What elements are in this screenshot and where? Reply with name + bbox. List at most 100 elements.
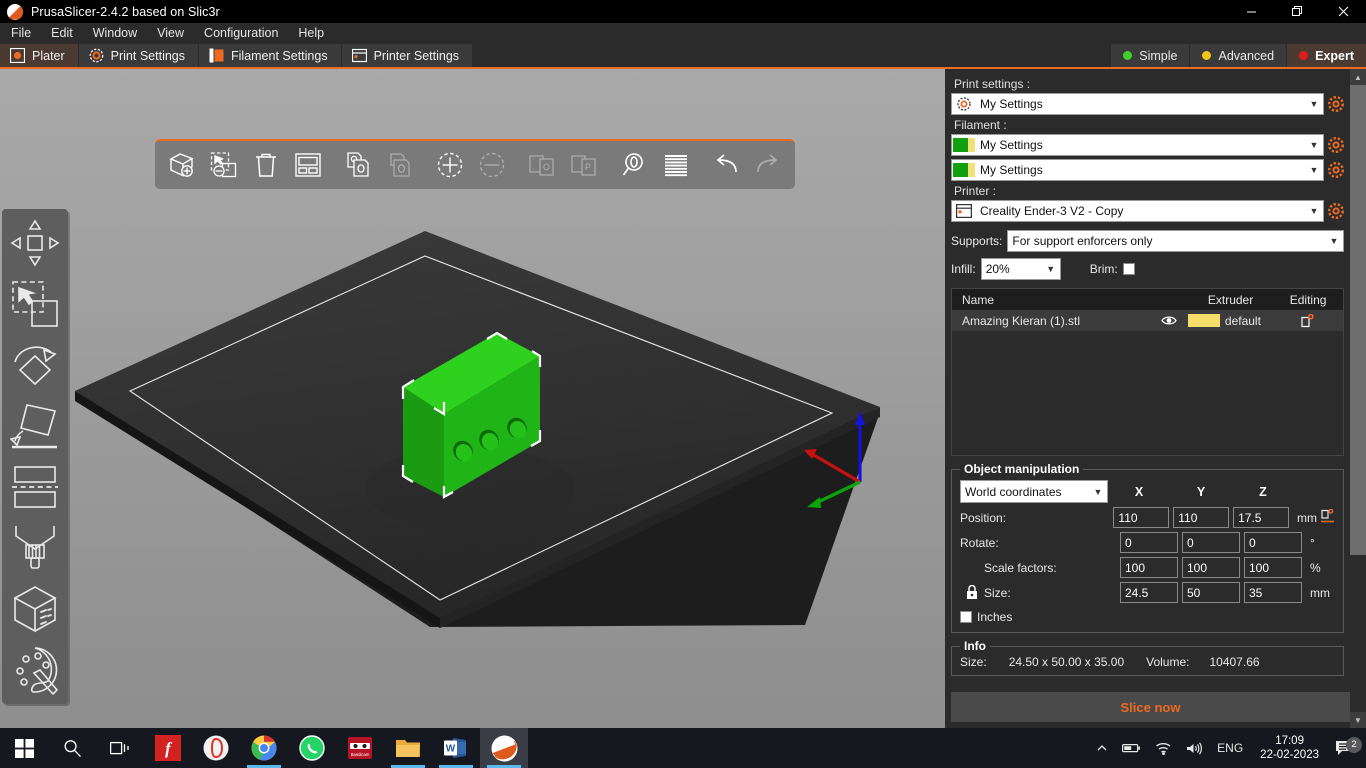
task-view-icon[interactable] <box>96 728 144 768</box>
chevron-down-icon[interactable]: ▼ <box>1089 487 1107 497</box>
copy-icon[interactable] <box>339 145 377 185</box>
rotate-y-input[interactable]: 0 <box>1182 532 1240 553</box>
bandicam-icon[interactable]: Bandicam <box>336 728 384 768</box>
printer-combo[interactable]: Creality Ender-3 V2 - Copy ▼ <box>951 200 1324 222</box>
search-icon[interactable] <box>48 728 96 768</box>
sidebar-scrollbar[interactable]: ▲ ▼ <box>1350 69 1366 728</box>
add-icon[interactable] <box>163 145 201 185</box>
uniform-scale-lock-icon[interactable] <box>960 585 984 600</box>
seam-painting-tool-icon[interactable] <box>6 580 64 638</box>
mode-expert-button[interactable]: Expert <box>1286 44 1366 67</box>
coordinate-space-combo[interactable]: World coordinates ▼ <box>960 480 1108 503</box>
scrollbar-track[interactable] <box>1350 85 1366 712</box>
size-z-input[interactable]: 35 <box>1244 582 1302 603</box>
redo-icon[interactable] <box>749 145 787 185</box>
cut-tool-icon[interactable] <box>6 458 64 516</box>
infill-combo[interactable]: 20% ▼ <box>981 258 1061 280</box>
split-to-objects-icon[interactable]: O <box>523 145 561 185</box>
scrollbar-thumb[interactable] <box>1350 85 1366 555</box>
flash-icon[interactable]: f <box>144 728 192 768</box>
start-icon[interactable] <box>0 728 48 768</box>
wifi-icon[interactable] <box>1148 742 1179 755</box>
scroll-down-arrow-icon[interactable]: ▼ <box>1350 712 1366 728</box>
word-icon[interactable]: W <box>432 728 480 768</box>
scale-y-input[interactable]: 100 <box>1182 557 1240 578</box>
print-settings-combo[interactable]: My Settings ▼ <box>951 93 1324 115</box>
size-y-input[interactable]: 50 <box>1182 582 1240 603</box>
rotate-tool-icon[interactable] <box>6 336 64 394</box>
mode-advanced-button[interactable]: Advanced <box>1189 44 1286 67</box>
chrome-icon[interactable] <box>240 728 288 768</box>
search-icon[interactable] <box>615 145 653 185</box>
move-tool-icon[interactable] <box>6 214 64 272</box>
size-x-input[interactable]: 24.5 <box>1120 582 1178 603</box>
object-list-body[interactable]: Amazing Kieran (1).stl default <box>952 310 1343 455</box>
undo-icon[interactable] <box>707 145 745 185</box>
chevron-down-icon[interactable]: ▼ <box>1325 236 1343 246</box>
add-instance-icon[interactable] <box>431 145 469 185</box>
tab-filament-settings[interactable]: Filament Settings <box>199 44 342 67</box>
chevron-down-icon[interactable]: ▼ <box>1305 165 1323 175</box>
editing-settings-icon[interactable] <box>1273 314 1343 328</box>
position-y-input[interactable]: 110 <box>1173 507 1229 528</box>
delete-selected-icon[interactable] <box>205 145 243 185</box>
drop-to-bed-icon[interactable] <box>1320 509 1335 526</box>
volume-icon[interactable] <box>1179 742 1210 755</box>
battery-icon[interactable] <box>1115 742 1148 754</box>
menu-help[interactable]: Help <box>289 24 333 43</box>
close-button[interactable] <box>1320 0 1366 23</box>
menu-file[interactable]: File <box>2 24 40 43</box>
delete-all-icon[interactable] <box>247 145 285 185</box>
language-indicator[interactable]: ENG <box>1210 741 1250 755</box>
rotate-z-input[interactable]: 0 <box>1244 532 1302 553</box>
minimize-button[interactable] <box>1228 0 1274 23</box>
3d-viewport[interactable]: O P <box>0 69 945 728</box>
split-to-parts-icon[interactable]: P <box>565 145 603 185</box>
supports-combo[interactable]: For support enforcers only ▼ <box>1007 230 1344 252</box>
menu-view[interactable]: View <box>148 24 193 43</box>
filament-edit-icon-2[interactable] <box>1328 162 1344 178</box>
tab-print-settings[interactable]: Print Settings <box>79 44 199 67</box>
extruder-cell[interactable]: default <box>1188 314 1273 328</box>
filament-combo-1[interactable]: My Settings ▼ <box>951 134 1324 156</box>
table-row[interactable]: Amazing Kieran (1).stl default <box>952 310 1343 331</box>
show-hidden-icons-chevron[interactable] <box>1089 742 1115 754</box>
chevron-down-icon[interactable]: ▼ <box>1042 264 1060 274</box>
variable-layer-height-icon[interactable] <box>657 145 695 185</box>
arrange-icon[interactable] <box>289 145 327 185</box>
chevron-down-icon[interactable]: ▼ <box>1305 140 1323 150</box>
chevron-down-icon[interactable]: ▼ <box>1305 99 1323 109</box>
menu-window[interactable]: Window <box>84 24 146 43</box>
brim-checkbox[interactable] <box>1123 263 1135 275</box>
visibility-eye-icon[interactable] <box>1151 315 1188 326</box>
maximize-button[interactable] <box>1274 0 1320 23</box>
rotate-x-input[interactable]: 0 <box>1120 532 1178 553</box>
filament-edit-icon-1[interactable] <box>1328 137 1344 153</box>
whatsapp-icon[interactable] <box>288 728 336 768</box>
mode-simple-button[interactable]: Simple <box>1110 44 1189 67</box>
position-x-input[interactable]: 110 <box>1113 507 1169 528</box>
scale-z-input[interactable]: 100 <box>1244 557 1302 578</box>
opera-icon[interactable] <box>192 728 240 768</box>
clock[interactable]: 17:09 22-02-2023 <box>1250 734 1329 762</box>
prusaslicer-icon[interactable] <box>480 728 528 768</box>
scale-x-input[interactable]: 100 <box>1120 557 1178 578</box>
scroll-up-arrow-icon[interactable]: ▲ <box>1350 69 1366 85</box>
chevron-down-icon[interactable]: ▼ <box>1305 206 1323 216</box>
scale-tool-icon[interactable] <box>6 275 64 333</box>
place-on-face-tool-icon[interactable] <box>6 397 64 455</box>
filament-combo-2[interactable]: My Settings ▼ <box>951 159 1324 181</box>
notification-center-icon[interactable]: 2 <box>1329 740 1366 757</box>
menu-edit[interactable]: Edit <box>42 24 82 43</box>
inches-checkbox[interactable] <box>960 611 972 623</box>
paste-icon[interactable] <box>381 145 419 185</box>
printer-edit-icon[interactable] <box>1328 203 1344 219</box>
menu-configuration[interactable]: Configuration <box>195 24 287 43</box>
multimaterial-painting-tool-icon[interactable] <box>6 641 64 699</box>
slice-now-button[interactable]: Slice now <box>951 692 1350 722</box>
tab-printer-settings[interactable]: Printer Settings <box>342 44 473 67</box>
remove-instance-icon[interactable] <box>473 145 511 185</box>
print-settings-edit-icon[interactable] <box>1328 96 1344 112</box>
position-z-input[interactable]: 17.5 <box>1233 507 1289 528</box>
tab-plater[interactable]: Plater <box>0 44 79 67</box>
